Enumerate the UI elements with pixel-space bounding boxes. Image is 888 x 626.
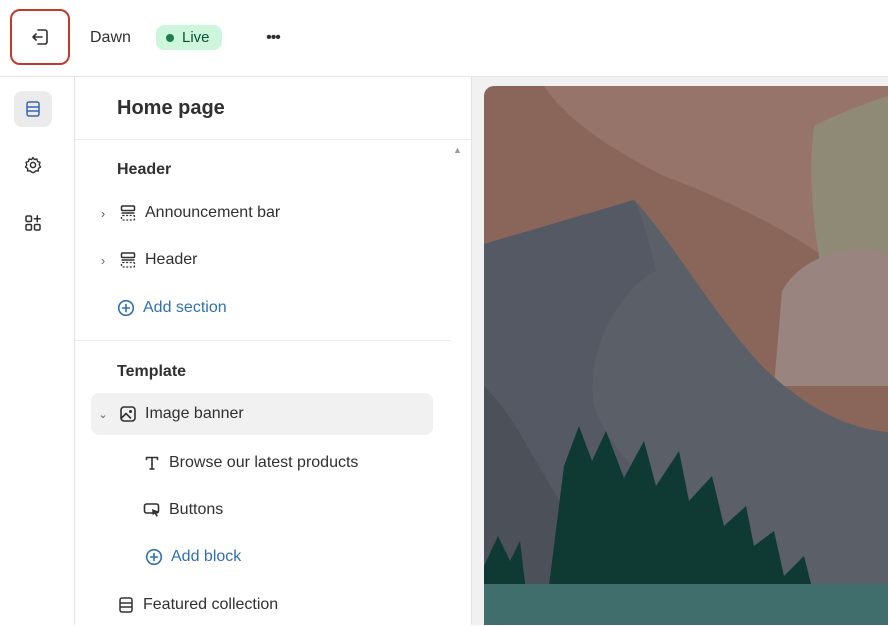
image-icon (115, 404, 141, 424)
settings-rail-button[interactable] (14, 147, 52, 183)
chevron-right-icon[interactable]: › (95, 253, 111, 268)
theme-name: Dawn (90, 29, 131, 46)
header-section-icon (115, 250, 141, 270)
add-block-button[interactable]: Add block (141, 536, 431, 578)
sections-icon (113, 595, 139, 615)
section-label: Image banner (145, 405, 244, 422)
icon-rail (0, 77, 75, 625)
add-block-label: Add block (171, 548, 242, 565)
store-preview (472, 77, 888, 625)
plus-circle-icon (141, 547, 167, 567)
section-label: Announcement bar (145, 204, 281, 221)
more-label: ••• (266, 29, 281, 46)
page-title: Home page (117, 97, 225, 119)
landscape-illustration (484, 86, 888, 625)
top-bar: Dawn Live ••• (0, 0, 888, 77)
status-label: Live (182, 29, 210, 46)
sections-rail-button[interactable] (14, 91, 52, 127)
chevron-right-icon[interactable]: › (95, 206, 111, 221)
text-icon (139, 453, 165, 473)
sections-sidebar: Home page ▲ Header › Announcement bar › … (75, 77, 472, 625)
apps-add-icon (25, 215, 41, 231)
block-buttons[interactable]: Buttons (135, 489, 435, 531)
block-label: Buttons (169, 501, 224, 518)
exit-icon (32, 29, 48, 45)
scroll-up-icon[interactable]: ▲ (453, 145, 462, 155)
button-pointer-icon (139, 500, 165, 520)
chevron-down-icon[interactable]: ⌄ (95, 408, 111, 421)
apps-rail-button[interactable] (14, 205, 52, 241)
section-image-banner[interactable]: ⌄ Image banner (91, 393, 433, 435)
plus-circle-icon (113, 298, 139, 318)
more-actions-button[interactable]: ••• (258, 28, 288, 48)
section-featured-collection[interactable]: Featured collection (113, 584, 455, 626)
exit-button[interactable] (10, 9, 70, 65)
section-announcement-bar[interactable]: › Announcement bar (91, 192, 433, 234)
sections-icon (26, 101, 40, 117)
gear-icon (24, 156, 42, 174)
header-section-icon (115, 203, 141, 223)
divider (75, 340, 450, 341)
block-label: Browse our latest products (169, 454, 359, 471)
status-badge: Live (156, 25, 222, 50)
add-section-button[interactable]: Add section (113, 287, 455, 329)
section-label: Header (145, 251, 198, 268)
section-label: Featured collection (143, 596, 279, 613)
section-header[interactable]: › Header (91, 239, 433, 281)
group-title-header: Header (117, 161, 172, 178)
image-banner-preview[interactable] (484, 86, 888, 625)
add-section-label: Add section (143, 299, 227, 316)
group-title-template: Template (117, 363, 187, 380)
block-heading[interactable]: Browse our latest products (135, 442, 435, 484)
live-dot-icon (166, 33, 174, 42)
divider (75, 139, 471, 140)
